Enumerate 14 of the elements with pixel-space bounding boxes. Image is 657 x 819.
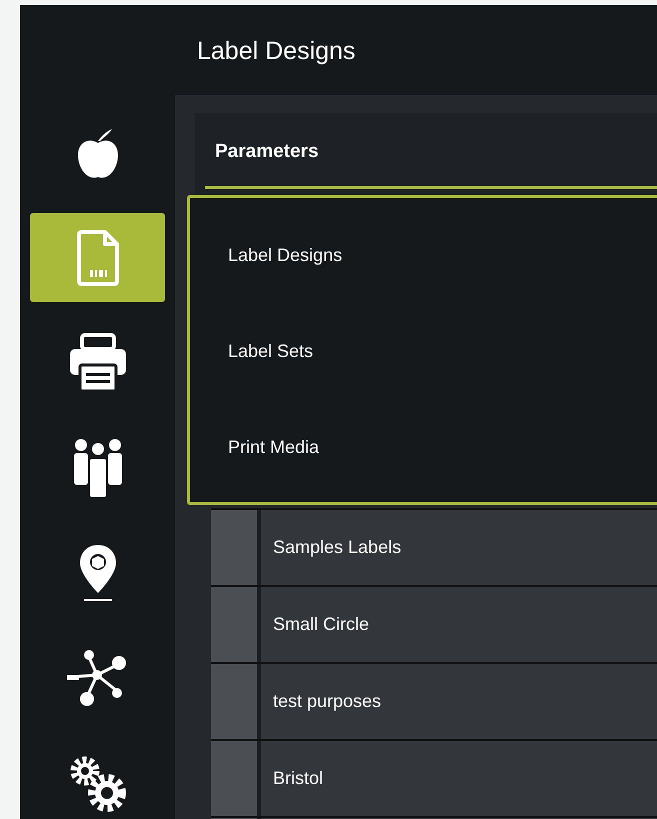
- menu-item[interactable]: Label Designs: [190, 236, 342, 274]
- menu-item[interactable]: Label Sets: [190, 332, 314, 370]
- document-icon: [74, 228, 120, 286]
- printer-icon: [68, 332, 128, 392]
- location-pin-icon: [78, 542, 118, 602]
- table-cell[interactable]: test purposes: [257, 664, 657, 739]
- parameters-tab[interactable]: Parameters: [215, 141, 319, 163]
- menu-item[interactable]: Print Media: [190, 428, 320, 466]
- page-title: Label Designs: [196, 36, 356, 67]
- table-cell[interactable]: Bristol: [257, 741, 657, 816]
- people-icon: [72, 438, 124, 498]
- table-cell[interactable]: Samples Labels: [257, 510, 657, 585]
- network-icon: [66, 648, 128, 706]
- table-cell[interactable]: Small Circle: [257, 587, 657, 662]
